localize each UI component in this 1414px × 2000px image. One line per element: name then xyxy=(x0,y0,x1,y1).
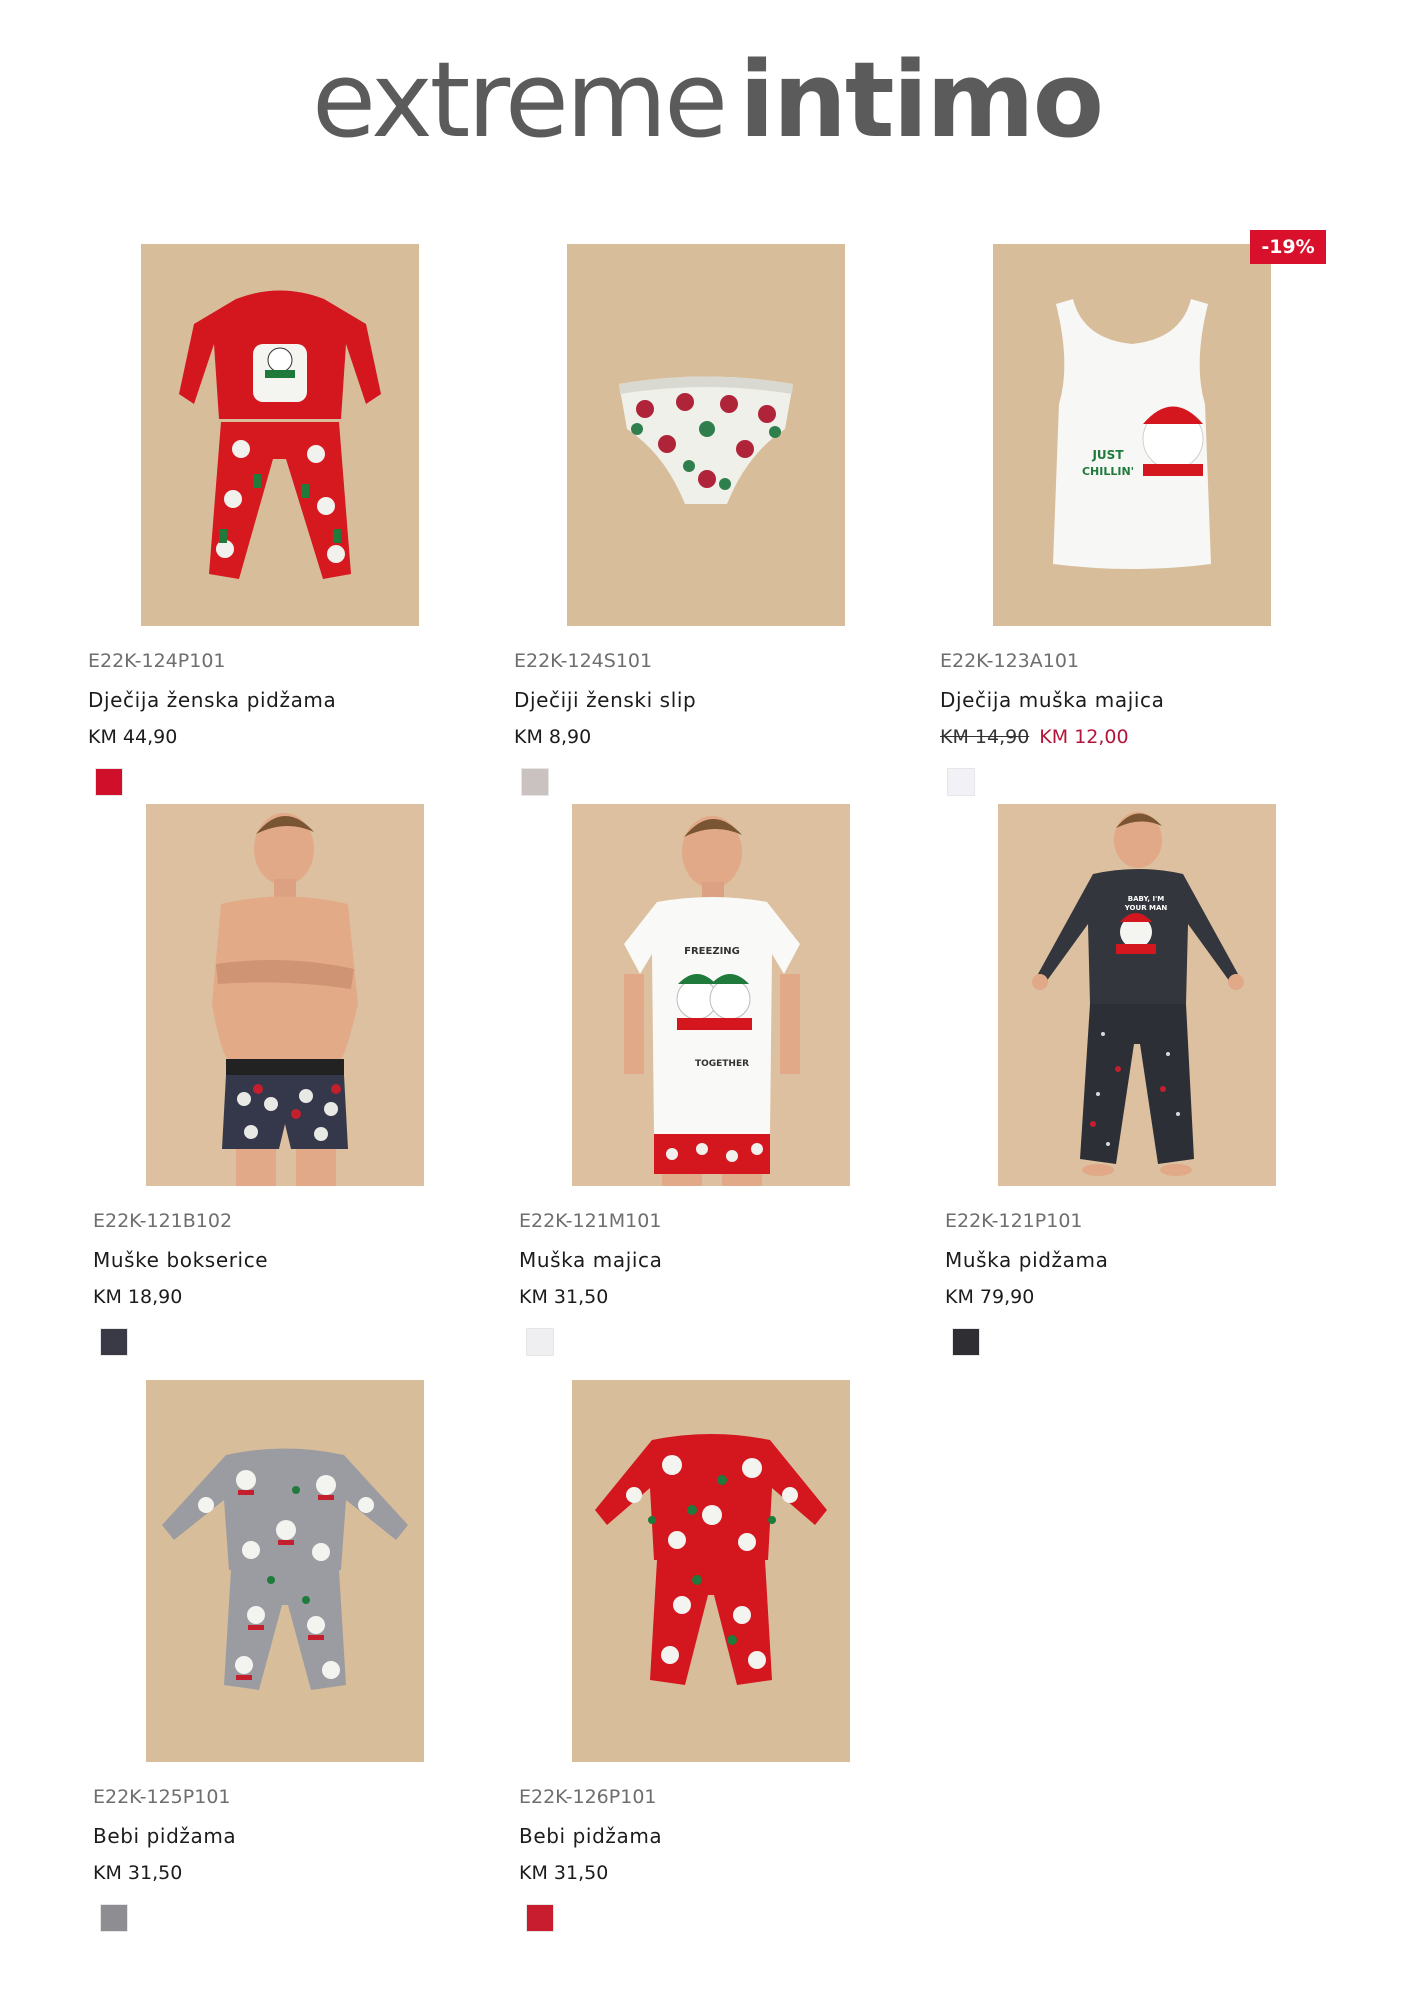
product-price: KM 31,50 xyxy=(519,1862,609,1884)
product-price: KM 8,90 xyxy=(514,726,592,748)
color-swatch[interactable] xyxy=(521,768,549,796)
color-swatch[interactable] xyxy=(100,1328,128,1356)
pajama-print-line2: YOUR MAN xyxy=(1124,904,1168,912)
product-name[interactable]: Bebi pidžama xyxy=(519,1824,662,1848)
color-swatch[interactable] xyxy=(952,1328,980,1356)
product-sku: E22K-126P101 xyxy=(519,1786,657,1808)
product-price: KM 14,90 KM 12,00 xyxy=(940,726,1129,748)
tank-print-line2: CHILLIN' xyxy=(1082,465,1134,478)
product-image[interactable] xyxy=(146,804,424,1186)
product-name[interactable]: Muška majica xyxy=(519,1248,663,1272)
brand-logo-extreme: extreme xyxy=(311,39,728,161)
tank-print-line1: JUST xyxy=(1091,448,1124,462)
product-sku: E22K-125P101 xyxy=(93,1786,231,1808)
product-image[interactable] xyxy=(572,1380,850,1762)
discount-badge: -19% xyxy=(1250,230,1326,264)
product-price: KM 31,50 xyxy=(519,1286,609,1308)
product-image[interactable]: JUST CHILLIN' xyxy=(993,244,1271,626)
product-sku: E22K-121B102 xyxy=(93,1210,233,1232)
product-price: KM 44,90 xyxy=(88,726,178,748)
product-sku: E22K-123A101 xyxy=(940,650,1080,672)
product-price: KM 31,50 xyxy=(93,1862,183,1884)
shirt-print-line1: FREEZING xyxy=(684,946,740,957)
color-swatch[interactable] xyxy=(947,768,975,796)
color-swatch[interactable] xyxy=(100,1904,128,1932)
product-price: KM 79,90 xyxy=(945,1286,1035,1308)
product-image[interactable]: BABY, I'M YOUR MAN xyxy=(998,804,1276,1186)
product-sku: E22K-121P101 xyxy=(945,1210,1083,1232)
product-name[interactable]: Dječija muška majica xyxy=(940,688,1165,712)
shirt-print-line2: TOGETHER xyxy=(695,1059,749,1069)
color-swatch[interactable] xyxy=(95,768,123,796)
color-swatch[interactable] xyxy=(526,1328,554,1356)
product-image[interactable] xyxy=(141,244,419,626)
product-sku: E22K-124S101 xyxy=(514,650,653,672)
sale-price: KM 12,00 xyxy=(1039,726,1129,748)
product-price: KM 18,90 xyxy=(93,1286,183,1308)
brand-logo[interactable]: extreme intimo xyxy=(0,40,1414,160)
color-swatch[interactable] xyxy=(526,1904,554,1932)
product-image[interactable] xyxy=(146,1380,424,1762)
pajama-print-line1: BABY, I'M xyxy=(1128,895,1164,903)
product-sku: E22K-121M101 xyxy=(519,1210,662,1232)
product-name[interactable]: Muška pidžama xyxy=(945,1248,1108,1272)
old-price: KM 14,90 xyxy=(940,726,1030,748)
product-sku: E22K-124P101 xyxy=(88,650,226,672)
product-name[interactable]: Dječija ženska pidžama xyxy=(88,688,336,712)
brand-logo-intimo: intimo xyxy=(739,39,1104,161)
product-image[interactable] xyxy=(567,244,845,626)
product-image[interactable]: FREEZING TOGETHER xyxy=(572,804,850,1186)
product-name[interactable]: Bebi pidžama xyxy=(93,1824,236,1848)
product-name[interactable]: Muške bokserice xyxy=(93,1248,268,1272)
product-name[interactable]: Dječiji ženski slip xyxy=(514,688,696,712)
